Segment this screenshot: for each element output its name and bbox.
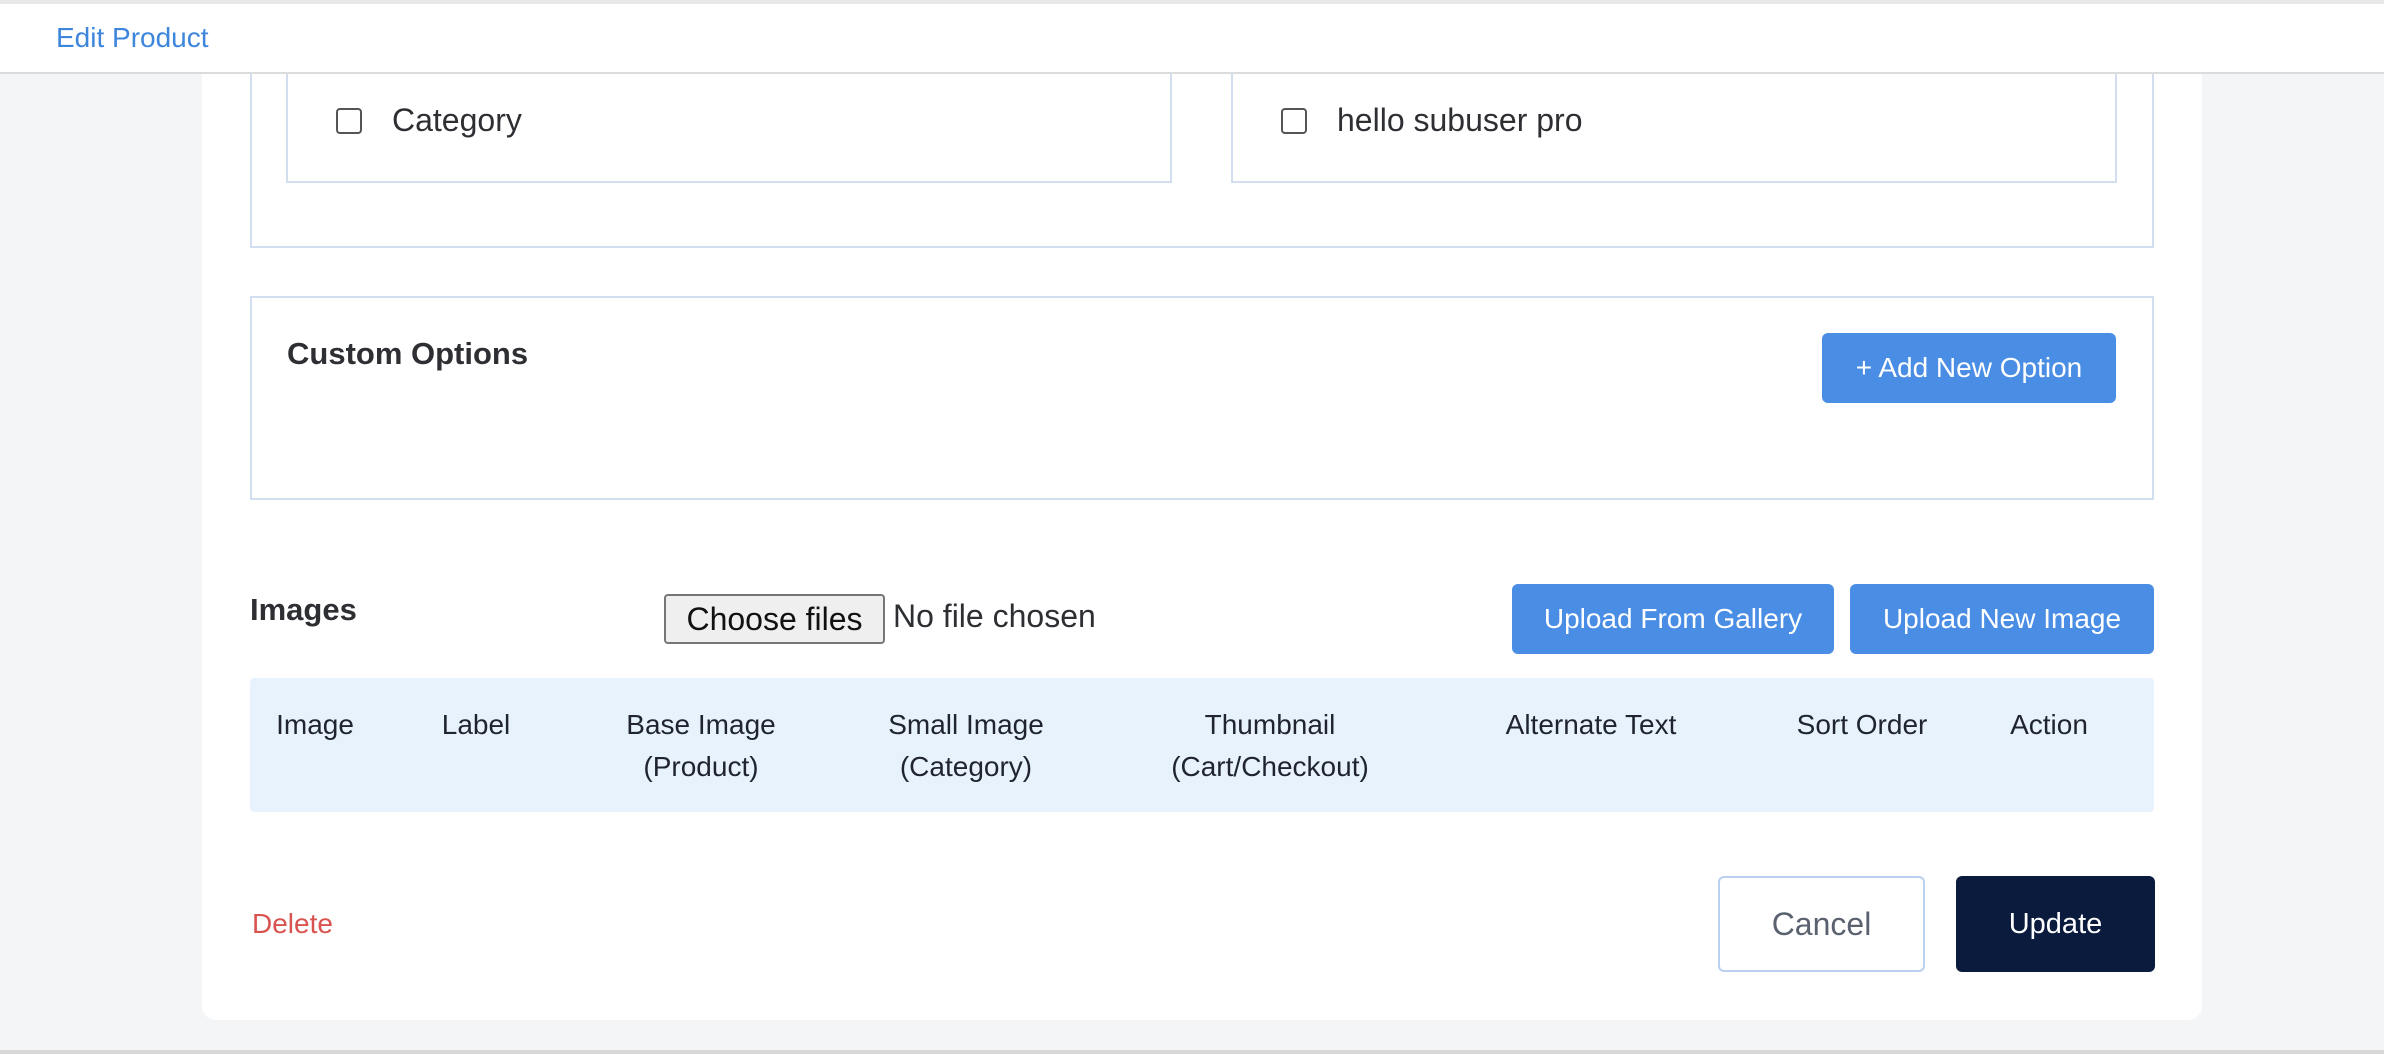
bottom-divider — [0, 1050, 2384, 1054]
update-button[interactable]: Update — [1956, 876, 2155, 972]
category-option-label: Category — [392, 102, 522, 138]
file-status-text: No file chosen — [893, 598, 1096, 634]
category-option-label: hello subuser pro — [1337, 102, 1583, 138]
category-option-hello-subuser-pro[interactable]: hello subuser pro — [1231, 60, 2117, 183]
delete-link[interactable]: Delete — [252, 908, 333, 940]
category-checkbox[interactable] — [1281, 107, 1307, 134]
cancel-button[interactable]: Cancel — [1718, 876, 1925, 972]
column-header-image: Image — [276, 709, 354, 740]
column-header-base-image: Base Image (Product) — [626, 709, 776, 782]
images-title: Images — [250, 592, 357, 627]
column-header-label: Label — [441, 709, 511, 740]
upload-from-gallery-button[interactable]: Upload From Gallery — [1512, 584, 1834, 654]
column-header-small-image: Small Image (Category) — [888, 709, 1044, 782]
images-table-header: Image Label Base Image (Product) Small I… — [250, 678, 2154, 812]
column-header-alternate-text: Alternate Text — [1505, 709, 1677, 740]
category-option-category[interactable]: Category — [286, 60, 1172, 183]
column-header-action: Action — [2010, 709, 2088, 740]
custom-options-title: Custom Options — [287, 336, 529, 371]
breadcrumb-edit-product[interactable]: Edit Product — [56, 22, 209, 54]
choose-files-button[interactable]: Choose files — [664, 594, 885, 644]
top-bar: Edit Product — [0, 0, 2384, 74]
add-new-option-button[interactable]: + Add New Option — [1822, 333, 2116, 403]
category-checkbox[interactable] — [336, 107, 362, 134]
column-header-sort-order: Sort Order — [1796, 709, 1928, 740]
upload-new-image-button[interactable]: Upload New Image — [1850, 584, 2154, 654]
column-header-thumbnail: Thumbnail (Cart/Checkout) — [1171, 709, 1369, 782]
